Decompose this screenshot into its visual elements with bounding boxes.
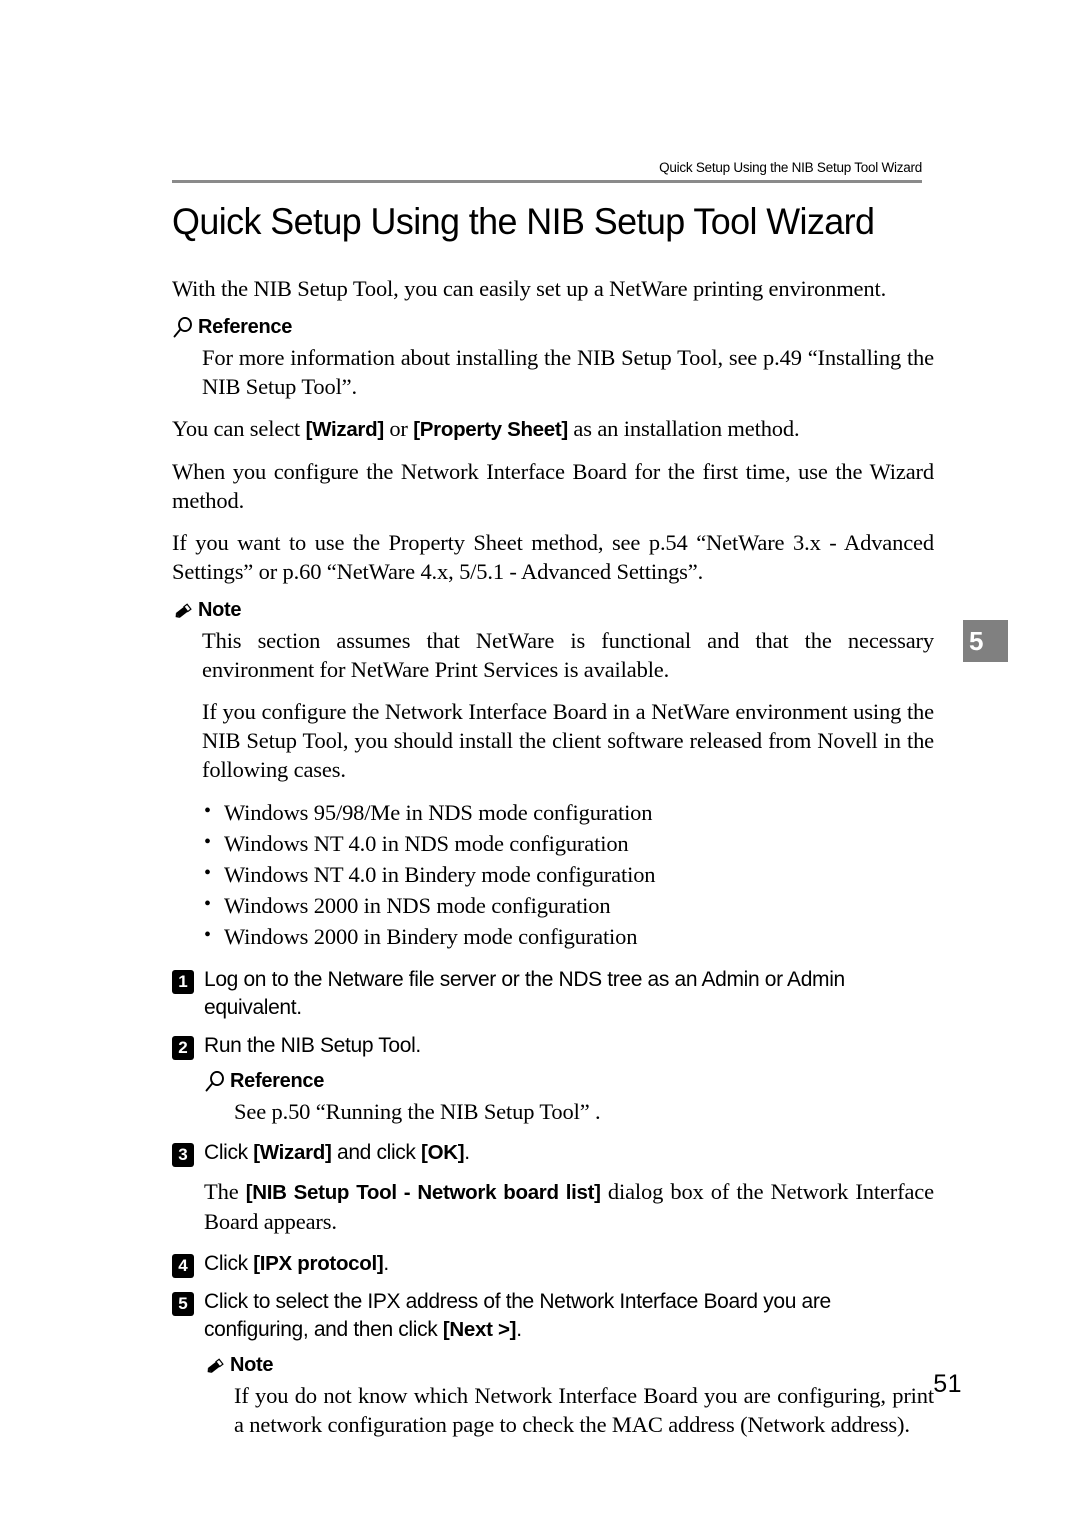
chapter-tab: 5	[963, 620, 1008, 662]
step-4-suffix: .	[383, 1252, 389, 1275]
reference-label-2: Reference	[230, 1070, 325, 1092]
reference-callout-body: For more information about installing th…	[202, 345, 934, 399]
reference-callout-heading-2: Reference	[204, 1070, 934, 1093]
note-body-1a: This section assumes that NetWare is fun…	[202, 628, 934, 682]
list-item: Windows 95/98/Me in NDS mode configurati…	[172, 796, 934, 828]
step-4: 4 Click [IPX protocol].	[172, 1250, 934, 1278]
step-number-badge: 4	[172, 1254, 194, 1278]
step-2: 2 Run the NIB Setup Tool.	[172, 1032, 934, 1060]
list-item: Windows 2000 in Bindery mode configurati…	[172, 920, 934, 952]
step-4-text: Click [IPX protocol].	[204, 1252, 389, 1275]
property-sheet-paragraph: If you want to use the Property Sheet me…	[172, 530, 934, 584]
client-software-bullet-list: Windows 95/98/Me in NDS mode configurati…	[172, 796, 934, 952]
running-header: Quick Setup Using the NIB Setup Tool Wiz…	[659, 160, 922, 175]
ui-token-wizard: [Wizard]	[305, 418, 385, 441]
header-rule	[172, 180, 922, 183]
step-number-badge: 1	[172, 970, 194, 994]
pencil-icon	[172, 600, 194, 622]
list-item: Windows NT 4.0 in NDS mode configuration	[172, 827, 934, 859]
select-prefix: You can select	[172, 416, 306, 441]
ui-token-next: [Next >]	[442, 1318, 517, 1341]
step-3-text: Click [Wizard] and click [OK].	[204, 1141, 470, 1164]
result-prefix: The	[204, 1179, 246, 1204]
ui-token-ipx-protocol: [IPX protocol]	[253, 1252, 384, 1275]
step-3-suffix: .	[464, 1141, 470, 1164]
list-item: Windows 2000 in NDS mode configuration	[172, 889, 934, 921]
step-2-reference: Reference See p.50 “Running the NIB Setu…	[204, 1070, 934, 1126]
step-number-badge: 3	[172, 1143, 194, 1167]
step-number-badge: 5	[172, 1292, 194, 1316]
content-column: Quick Setup Using the NIB Setup Tool Wiz…	[172, 200, 934, 1452]
step-number-badge: 2	[172, 1036, 194, 1060]
select-suffix: as an installation method.	[567, 416, 800, 441]
step-3-result: The [NIB Setup Tool - Network board list…	[204, 1177, 934, 1236]
step-2-text: Run the NIB Setup Tool.	[204, 1034, 421, 1057]
magnifier-icon	[172, 316, 194, 339]
step-1: 1 Log on to the Netware file server or t…	[172, 966, 934, 1022]
step-5-text: Click to select the IPX address of the N…	[204, 1290, 831, 1341]
first-time-paragraph: When you configure the Network Interface…	[172, 459, 934, 513]
note-callout-heading-1: Note	[172, 599, 934, 622]
reference-callout-heading: Reference	[172, 316, 934, 339]
ui-token-ok: [OK]	[421, 1141, 465, 1164]
step-4-prefix: Click	[204, 1252, 254, 1275]
step-3: 3 Click [Wizard] and click [OK].	[172, 1139, 934, 1167]
select-method-paragraph: You can select [Wizard] or [Property She…	[172, 414, 934, 444]
reference-label: Reference	[198, 316, 293, 338]
step-3-middle: and click	[331, 1141, 422, 1164]
note-body-1b: If you configure the Network Interface B…	[202, 699, 934, 782]
intro-paragraph: With the NIB Setup Tool, you can easily …	[172, 276, 887, 301]
ui-token-wizard-step3: [Wizard]	[253, 1141, 332, 1164]
reference-body-2: See p.50 “Running the NIB Setup Tool” .	[234, 1099, 601, 1124]
ui-token-network-board-list: [NIB Setup Tool - Network board list]	[245, 1181, 601, 1204]
page-number: 51	[933, 1370, 962, 1398]
document-page: Quick Setup Using the NIB Setup Tool Wiz…	[0, 0, 1080, 1528]
step-5: 5 Click to select the IPX address of the…	[172, 1288, 934, 1344]
note-label-1: Note	[198, 599, 242, 621]
list-item: Windows NT 4.0 in Bindery mode configura…	[172, 858, 934, 890]
chapter-tab-number: 5	[969, 626, 984, 656]
select-middle: or	[383, 416, 414, 441]
step-5-suffix: .	[516, 1318, 522, 1341]
ui-token-property-sheet: [Property Sheet]	[413, 418, 568, 441]
step-3-prefix: Click	[204, 1141, 254, 1164]
page-title: Quick Setup Using the NIB Setup Tool Wiz…	[172, 201, 875, 242]
magnifier-icon	[204, 1070, 226, 1093]
step-1-text: Log on to the Netware file server or the…	[204, 968, 845, 1019]
